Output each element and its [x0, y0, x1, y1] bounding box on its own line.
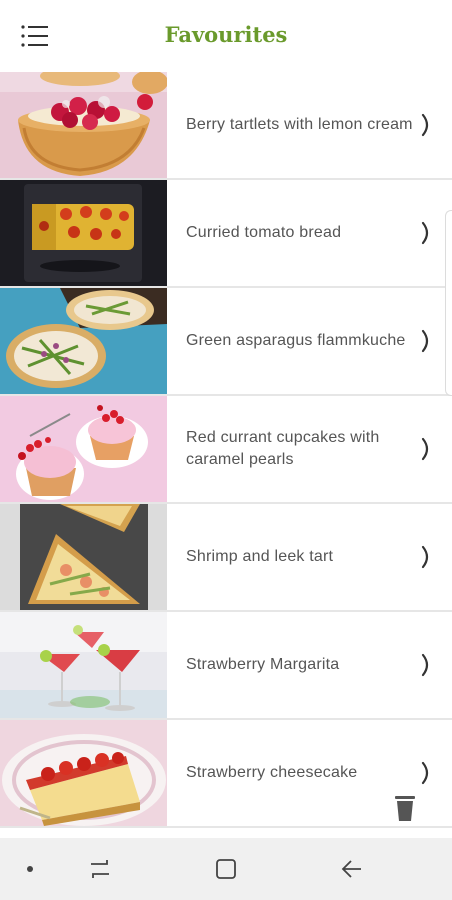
- delete-favourites-button[interactable]: [394, 794, 416, 822]
- page-title: Favourites: [164, 22, 288, 47]
- home-icon: [216, 859, 236, 879]
- trash-icon: [395, 796, 415, 821]
- recipe-image-shrimp-leek-tart: [0, 504, 167, 610]
- recipe-row-strawberry-cheesecake[interactable]: Strawberry cheesecake: [0, 720, 452, 828]
- chevron-right-icon: [421, 113, 429, 137]
- recipe-image-strawberry-margarita: [0, 612, 167, 718]
- recipe-image-curried-tomato-bread: [0, 180, 167, 286]
- chevron-right-icon: [421, 329, 429, 353]
- recipe-image-asparagus-flammkuche: [0, 288, 167, 394]
- hamburger-menu-icon: [21, 25, 48, 47]
- chevron-right-icon: [421, 437, 429, 461]
- chevron-right-icon: [421, 761, 429, 785]
- recipe-title: Strawberry cheesecake: [186, 764, 358, 781]
- menu-button[interactable]: [20, 24, 50, 48]
- recipe-image-red-currant-cupcakes: [0, 396, 167, 502]
- back-icon: [341, 860, 361, 878]
- recipe-row-shrimp-leek-tart[interactable]: Shrimp and leek tart: [0, 504, 452, 612]
- recipe-title: Berry tartlets with lemon cream: [186, 116, 413, 133]
- system-nav-bar: [0, 838, 452, 900]
- recipe-list: Berry tartlets with lemon cream Curried …: [0, 72, 452, 828]
- recent-apps-icon: [91, 860, 109, 878]
- nav-dot-button[interactable]: [10, 838, 50, 900]
- recipe-row-asparagus-flammkuche[interactable]: Green asparagus flammkuche: [0, 288, 452, 396]
- recipe-title: Shrimp and leek tart: [186, 548, 334, 565]
- recipe-title: Curried tomato bread: [186, 224, 342, 241]
- chevron-right-icon: [421, 221, 429, 245]
- recipe-title: Strawberry Margarita: [186, 656, 340, 673]
- app-header: Favourites: [0, 0, 452, 70]
- recipe-image-strawberry-cheesecake: [0, 720, 167, 826]
- dot-icon: [27, 866, 33, 872]
- recent-apps-button[interactable]: [78, 838, 122, 900]
- chevron-right-icon: [421, 545, 429, 569]
- home-button[interactable]: [204, 838, 248, 900]
- scroll-indicator[interactable]: [445, 210, 452, 396]
- recipe-image-berry-tartlets: [0, 72, 167, 178]
- back-button[interactable]: [330, 838, 374, 900]
- chevron-right-icon: [421, 653, 429, 677]
- recipe-title: Red currant cupcakes with caramel pearls: [186, 429, 380, 468]
- recipe-title: Green asparagus flammkuche: [186, 332, 406, 349]
- recipe-row-curried-tomato-bread[interactable]: Curried tomato bread: [0, 180, 452, 288]
- recipe-row-berry-tartlets[interactable]: Berry tartlets with lemon cream: [0, 72, 452, 180]
- recipe-row-strawberry-margarita[interactable]: Strawberry Margarita: [0, 612, 452, 720]
- recipe-row-red-currant-cupcakes[interactable]: Red currant cupcakes with caramel pearls: [0, 396, 452, 504]
